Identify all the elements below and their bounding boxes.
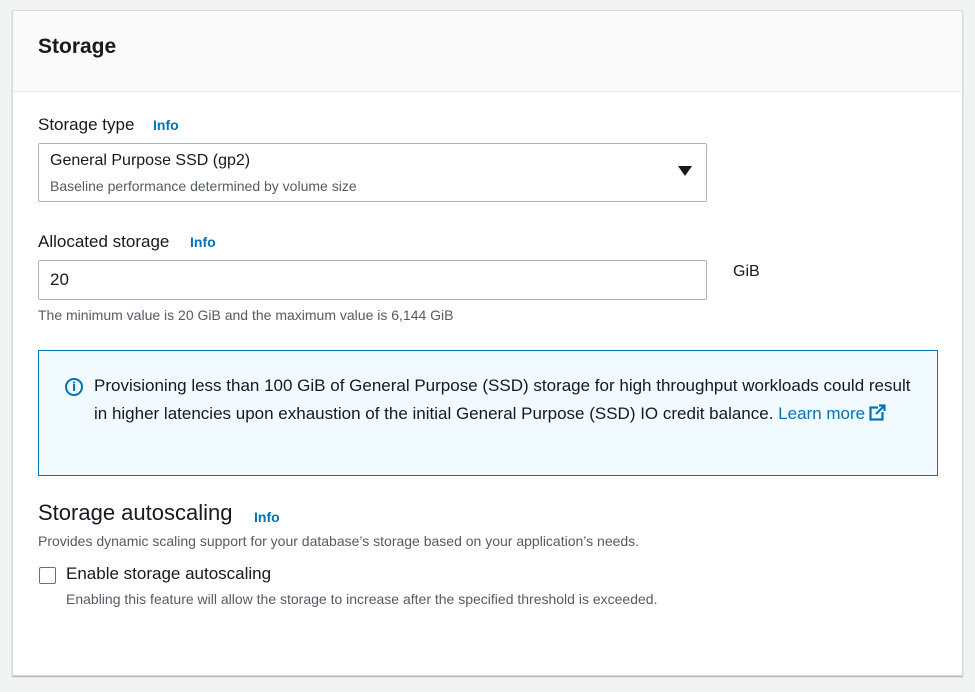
allocated-storage-unit: GiB: [733, 263, 760, 280]
learn-more-link[interactable]: Learn more: [778, 404, 887, 423]
enable-autoscaling-label[interactable]: Enable storage autoscaling: [66, 564, 271, 584]
storage-type-label: Storage type: [38, 115, 135, 134]
panel-title: Storage: [38, 35, 117, 58]
enable-autoscaling-description: Enabling this feature will allow the sto…: [66, 591, 658, 607]
autoscaling-title: Storage autoscaling: [38, 500, 233, 525]
autoscaling-info-link[interactable]: Info: [254, 509, 280, 525]
allocated-storage-label: Allocated storage: [38, 232, 170, 251]
info-alert: Provisioning less than 100 GiB of Genera…: [38, 350, 938, 476]
panel-header: Storage: [13, 11, 962, 92]
storage-type-info-link[interactable]: Info: [153, 117, 179, 133]
storage-panel: Storage Storage type Info General Purpos…: [12, 10, 963, 676]
enable-autoscaling-checkbox[interactable]: [39, 567, 56, 584]
storage-type-selected-description: Baseline performance determined by volum…: [50, 178, 357, 194]
alert-text-block: Provisioning less than 100 GiB of Genera…: [94, 372, 924, 428]
allocated-storage-constraint: The minimum value is 20 GiB and the maxi…: [38, 307, 454, 323]
autoscaling-description: Provides dynamic scaling support for you…: [38, 533, 640, 549]
allocated-storage-info-link[interactable]: Info: [190, 234, 216, 250]
external-link-icon: [869, 404, 887, 421]
allocated-storage-input[interactable]: [38, 260, 707, 300]
learn-more-label: Learn more: [778, 404, 866, 423]
storage-type-selected-value: General Purpose SSD (gp2): [50, 152, 251, 169]
caret-down-icon: [678, 166, 692, 176]
storage-type-select[interactable]: General Purpose SSD (gp2) Baseline perfo…: [38, 143, 707, 202]
info-circle-icon: [65, 378, 83, 396]
